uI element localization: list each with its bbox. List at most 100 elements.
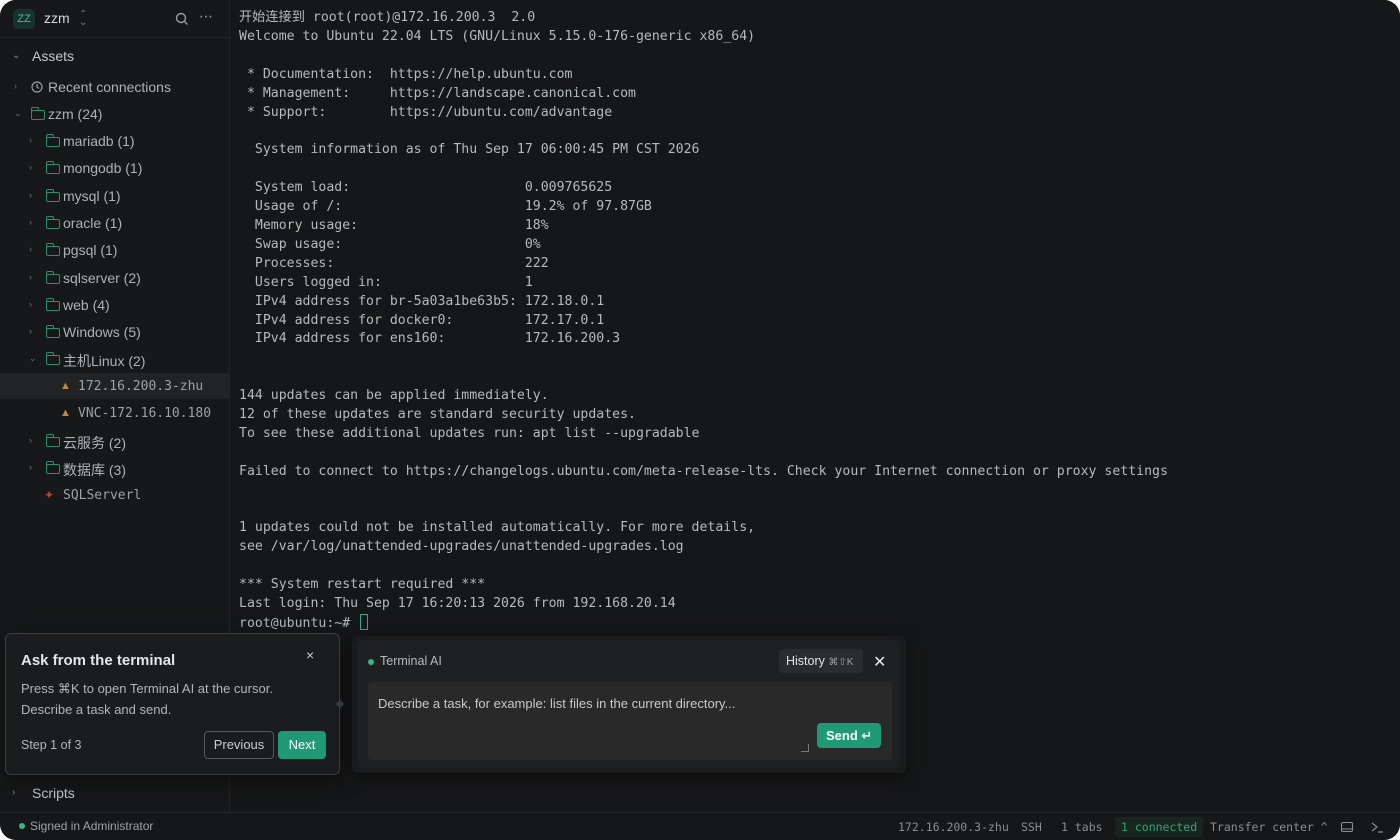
tree-item-label: VNC-172.16.10.180 <box>78 406 212 421</box>
status-bar: Signed in Administrator 172.16.200.3-zhu… <box>0 812 1400 840</box>
chevron-right-icon: › <box>29 435 32 445</box>
chevron-right-icon: › <box>14 81 17 91</box>
history-button[interactable]: History ⌘⇧K <box>779 649 863 673</box>
chevron-right-icon: › <box>29 217 32 227</box>
onboarding-title: Ask from the terminal <box>21 652 176 669</box>
terminal-output[interactable]: 开始连接到 root(root)@172.16.200.3 2.0 Welcom… <box>239 9 1168 634</box>
more-icon[interactable]: ⋯ <box>199 8 214 25</box>
section-assets[interactable]: ⌄ Assets <box>0 45 230 69</box>
tree-item-label: 172.16.200.3-zhu <box>78 379 204 394</box>
tree-folder-linux[interactable]: ⌄ 主机Linux (2) <box>0 346 230 372</box>
onboarding-popup: Ask from the terminal × Press ⌘K to open… <box>5 633 340 775</box>
tree-folder[interactable]: › mysql (1) <box>0 183 230 209</box>
tree-item-label: Windows (5) <box>63 324 141 340</box>
onboarding-body: Press ⌘K to open Terminal AI at the curs… <box>21 678 321 720</box>
sqlserver-icon: ✦ <box>44 488 55 502</box>
section-scripts[interactable]: › Scripts <box>0 782 230 806</box>
chevron-right-icon: › <box>29 135 32 145</box>
tree-folder[interactable]: › Windows (5) <box>0 319 230 345</box>
tree-folder[interactable]: › 数据库 (3) <box>0 455 230 481</box>
terminal-cursor <box>360 614 369 630</box>
tree-item-label: SQLServerl <box>63 488 142 503</box>
chevron-right-icon: › <box>29 299 32 309</box>
folder-icon <box>46 461 60 474</box>
task-input[interactable]: Describe a task, for example: list files… <box>368 682 892 760</box>
resize-handle-icon[interactable] <box>801 744 809 752</box>
onboarding-body-line: Describe a task and send. <box>21 702 172 717</box>
tree-item-label: Recent connections <box>48 79 171 95</box>
folder-open-icon <box>31 107 45 120</box>
chevron-right-icon: › <box>29 326 32 336</box>
history-icon <box>31 81 43 93</box>
chevron-down-icon: ⌄ <box>14 108 22 118</box>
linux-icon: ▲ <box>60 407 71 419</box>
section-scripts-label: Scripts <box>32 785 75 801</box>
section-assets-label: Assets <box>32 48 75 64</box>
workspace-switch-icon[interactable]: ⌃ ⌄ <box>79 10 87 28</box>
chevron-right-icon: › <box>29 244 32 254</box>
chevron-right-icon: › <box>29 190 32 200</box>
chevron-right-icon: › <box>12 787 16 798</box>
terminal-ai-inner: Terminal AI History ⌘⇧K ✕ Describe a tas… <box>357 640 900 768</box>
current-host: 172.16.200.3-zhu <box>898 820 1009 834</box>
send-label: Send <box>826 728 858 743</box>
chevron-right-icon: › <box>29 462 32 472</box>
folder-icon <box>46 134 60 147</box>
terminal-prompt: root@ubuntu:~# <box>239 616 351 631</box>
transfer-center[interactable]: Transfer center ^ <box>1210 820 1328 834</box>
status-dot-icon <box>368 659 374 665</box>
tree-item-label: pgsql (1) <box>63 242 118 258</box>
workspace-name[interactable]: zzm <box>44 10 70 26</box>
folder-icon <box>46 161 60 174</box>
tree-item-label: mariadb (1) <box>63 133 135 149</box>
transfer-center-label: Transfer center <box>1210 820 1314 834</box>
folder-icon <box>46 434 60 447</box>
panel-icon[interactable] <box>1340 820 1354 834</box>
tree-host-active[interactable]: ▲ 172.16.200.3-zhu <box>0 373 230 399</box>
tree-item-sqlserver[interactable]: ✦ SQLServerl <box>0 482 230 508</box>
previous-button[interactable]: Previous <box>204 731 274 759</box>
folder-icon <box>46 216 60 229</box>
app-window: ZZ zzm ⌃ ⌄ ⋯ ⌄ Assets › Recent connection… <box>0 0 1400 840</box>
chevron-down-icon: ⌄ <box>12 50 21 61</box>
tree-item-label: mongodb (1) <box>63 160 143 176</box>
tree-folder[interactable]: › oracle (1) <box>0 210 230 236</box>
tree-item-label: mysql (1) <box>63 188 121 204</box>
chevron-right-icon: › <box>29 272 32 282</box>
status-dot-icon <box>19 823 25 829</box>
tree-folder-zzm[interactable]: ⌄ zzm (24) <box>0 101 230 127</box>
close-icon[interactable]: × <box>306 647 314 663</box>
tree-folder[interactable]: › mongodb (1) <box>0 155 230 181</box>
enter-key-icon: ↵ <box>861 728 873 743</box>
chevron-up-icon: ^ <box>1320 820 1328 834</box>
signed-in-status[interactable]: Signed in Administrator <box>30 819 153 833</box>
terminal-ai-panel: Terminal AI History ⌘⇧K ✕ Describe a tas… <box>352 636 906 773</box>
linux-icon: ▲ <box>60 380 71 392</box>
terminal-icon[interactable] <box>1370 820 1384 834</box>
send-button[interactable]: Send ↵ <box>817 723 881 748</box>
tree-folder[interactable]: › pgsql (1) <box>0 237 230 263</box>
history-label: History <box>786 654 825 668</box>
tree-folder[interactable]: › sqlserver (2) <box>0 265 230 291</box>
tree-item-recent-connections[interactable]: › Recent connections <box>0 74 230 100</box>
tree-item-label: 云服务 (2) <box>63 435 126 451</box>
tabs-count[interactable]: 1 tabs <box>1061 820 1103 834</box>
tree-item-label: sqlserver (2) <box>63 270 141 286</box>
tree-item-label: 主机Linux (2) <box>63 353 146 369</box>
tree-host[interactable]: ▲ VNC-172.16.10.180 <box>0 400 230 426</box>
onboarding-body-line: Press ⌘K to open Terminal AI at the curs… <box>21 681 273 696</box>
task-input-placeholder: Describe a task, for example: list files… <box>378 696 736 711</box>
folder-icon <box>46 189 60 202</box>
close-icon[interactable]: ✕ <box>873 652 886 672</box>
search-icon[interactable] <box>174 11 190 27</box>
connected-badge[interactable]: 1 connected <box>1115 817 1204 837</box>
tree-folder[interactable]: › mariadb (1) <box>0 128 230 154</box>
chevron-down-icon: ⌄ <box>29 353 37 363</box>
onboarding-step: Step 1 of 3 <box>21 738 82 752</box>
terminal-ai-title: Terminal AI <box>380 654 442 668</box>
tree-folder[interactable]: › web (4) <box>0 292 230 318</box>
history-shortcut: ⌘⇧K <box>828 657 854 668</box>
next-button[interactable]: Next <box>278 731 326 759</box>
tree-folder[interactable]: › 云服务 (2) <box>0 428 230 454</box>
workspace-avatar[interactable]: ZZ <box>13 9 35 29</box>
